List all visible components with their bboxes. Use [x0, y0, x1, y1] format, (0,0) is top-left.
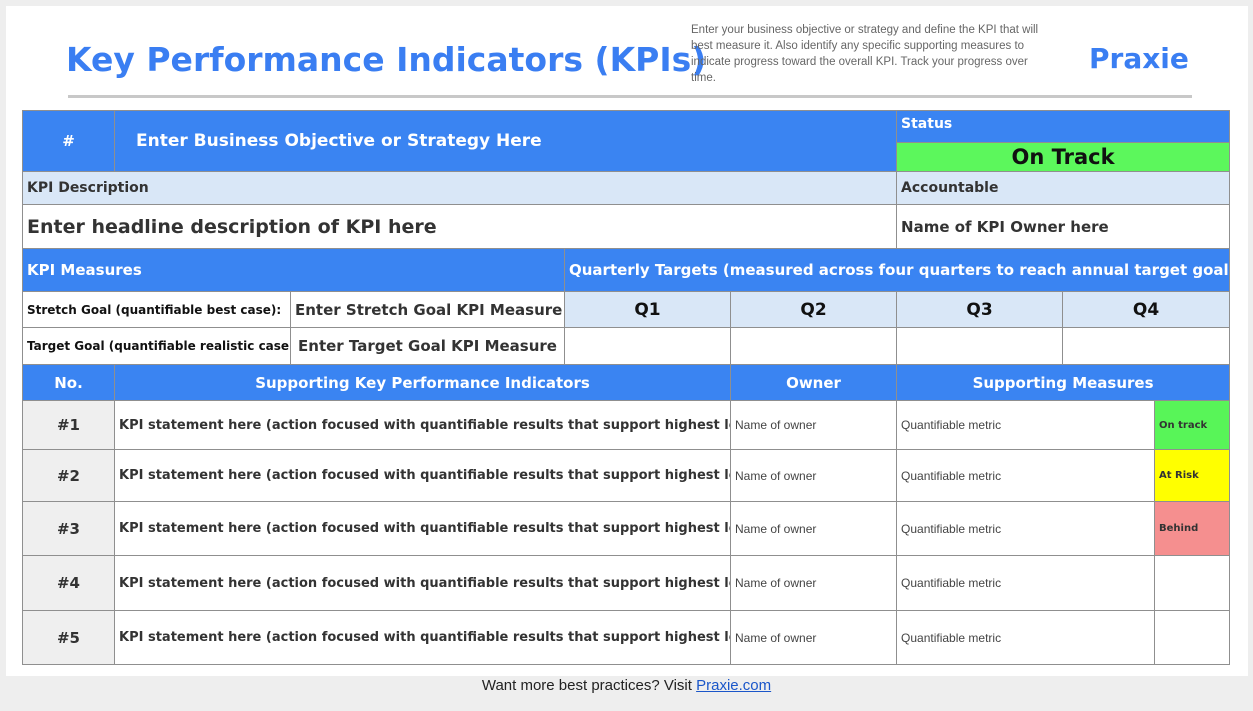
quarter-q3-header: Q3: [896, 291, 1064, 328]
kpi-table: # Enter Business Objective or Strategy H…: [21, 110, 1231, 665]
status-pill-empty[interactable]: [1154, 610, 1231, 665]
q1-target-input[interactable]: [564, 327, 731, 365]
q4-target-input[interactable]: [1062, 327, 1231, 365]
owner-input[interactable]: Name of owner: [729, 449, 898, 502]
objective-number-cell: #: [22, 110, 115, 172]
status-pill-behind[interactable]: Behind: [1154, 501, 1231, 556]
kpi-description-input[interactable]: Enter headline description of KPI here: [21, 204, 898, 249]
q3-target-input[interactable]: [896, 327, 1064, 365]
kpi-statement-input[interactable]: KPI statement here (action focused with …: [114, 449, 731, 502]
status-pill-empty[interactable]: [1154, 555, 1231, 611]
kpi-statement-input[interactable]: KPI statement here (action focused with …: [114, 555, 731, 611]
row-number: #4: [22, 555, 115, 611]
status-pill-on-track[interactable]: On track: [1154, 400, 1231, 450]
title-divider: [68, 95, 1192, 98]
praxie-link[interactable]: Praxie.com: [696, 677, 771, 694]
kpi-statement-input[interactable]: KPI statement here (action focused with …: [114, 501, 731, 556]
owner-input[interactable]: Name of owner: [729, 501, 898, 556]
metric-input[interactable]: Quantifiable metric: [896, 449, 1156, 502]
no-column-header: No.: [22, 364, 115, 401]
instructions-text: Enter your business objective or strateg…: [691, 24, 1039, 84]
owner-input[interactable]: Name of owner: [729, 610, 898, 665]
accountable-input[interactable]: Name of KPI Owner here: [896, 204, 1231, 249]
footer-text: Want more best practices? Visit: [481, 677, 692, 694]
row-number: #1: [22, 400, 115, 450]
status-pill-at-risk[interactable]: At Risk: [1154, 449, 1231, 502]
kpi-statement-input[interactable]: KPI statement here (action focused with …: [114, 610, 731, 665]
kpi-description-label: KPI Description: [21, 171, 898, 205]
quarter-q4-header: Q4: [1062, 291, 1231, 328]
row-number: #5: [22, 610, 115, 665]
table-row: #3 KPI statement here (action focused wi…: [22, 501, 1231, 556]
quarter-q2-header: Q2: [729, 291, 898, 328]
footer: Want more best practices? Visit Praxie.c…: [0, 677, 1253, 694]
supporting-measures-header: Supporting Measures: [896, 364, 1231, 401]
accountable-label: Accountable: [896, 171, 1231, 205]
row-number: #2: [22, 449, 115, 502]
target-goal-input[interactable]: Enter Target Goal KPI Measure: [290, 327, 565, 365]
quarter-q1-header: Q1: [564, 291, 731, 328]
quarterly-targets-label: Quarterly Targets (measured across four …: [563, 248, 1231, 292]
praxie-logo: Praxie: [1089, 42, 1189, 75]
objective-input[interactable]: Enter Business Objective or Strategy Her…: [113, 110, 898, 172]
target-goal-label: Target Goal (quantifiable realistic case…: [22, 327, 291, 365]
stretch-goal-label: Stretch Goal (quantifiable best case):: [22, 291, 291, 328]
page-title: Key Performance Indicators (KPIs): [66, 40, 707, 79]
metric-input[interactable]: Quantifiable metric: [896, 610, 1156, 665]
table-row: #1 KPI statement here (action focused wi…: [22, 400, 1231, 450]
kpi-measures-label: KPI Measures: [22, 248, 565, 292]
owner-input[interactable]: Name of owner: [729, 555, 898, 611]
metric-input[interactable]: Quantifiable metric: [896, 501, 1156, 556]
table-row: #4 KPI statement here (action focused wi…: [22, 555, 1231, 611]
status-value-cell[interactable]: On Track: [896, 142, 1231, 172]
stretch-goal-input[interactable]: Enter Stretch Goal KPI Measure: [290, 291, 565, 328]
kpi-statement-input[interactable]: KPI statement here (action focused with …: [114, 400, 731, 450]
table-row: #2 KPI statement here (action focused wi…: [22, 449, 1231, 502]
metric-input[interactable]: Quantifiable metric: [896, 400, 1156, 450]
owner-input[interactable]: Name of owner: [729, 400, 898, 450]
q2-target-input[interactable]: [729, 327, 898, 365]
metric-input[interactable]: Quantifiable metric: [896, 555, 1156, 611]
supporting-kpis-header: Supporting Key Performance Indicators: [114, 364, 731, 401]
owner-column-header: Owner: [729, 364, 898, 401]
kpi-template-sheet: Key Performance Indicators (KPIs) Enter …: [6, 6, 1248, 676]
status-label: Status: [896, 110, 1231, 143]
table-row: #5 KPI statement here (action focused wi…: [22, 610, 1231, 665]
row-number: #3: [22, 501, 115, 556]
